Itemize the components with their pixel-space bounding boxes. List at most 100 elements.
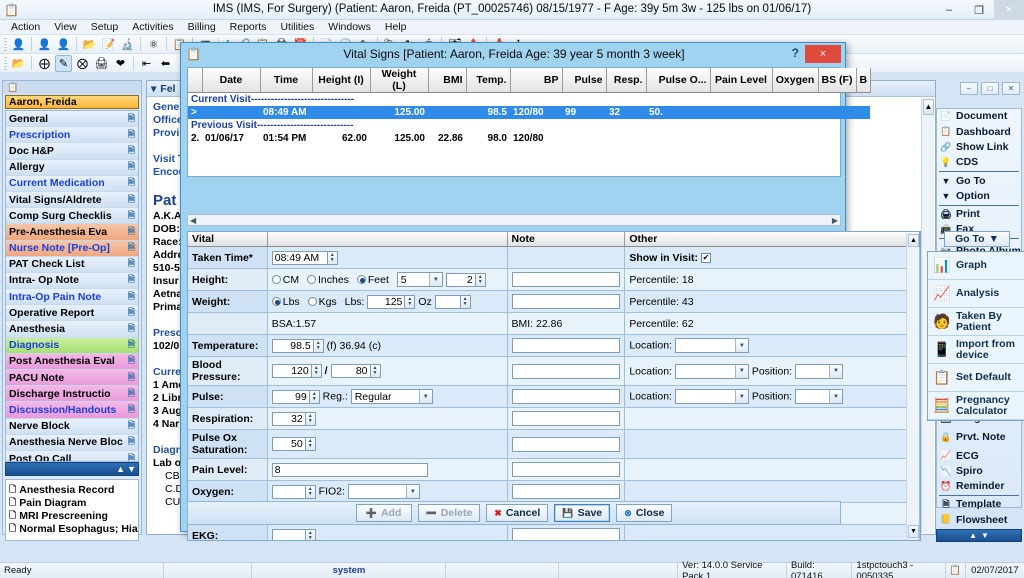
grid-column-header[interactable]: BMI — [428, 68, 467, 93]
scroll-up-icon[interactable]: ▲ — [116, 464, 125, 474]
grid-column-header[interactable]: Resp. — [606, 68, 647, 93]
mdi-close-button[interactable]: ✕ — [1002, 82, 1020, 95]
chart-note-icon[interactable]: 🗎 — [128, 354, 135, 369]
chart-note-icon[interactable]: 🗎 — [128, 435, 135, 450]
chevron-down-icon[interactable]: ▾ — [151, 83, 156, 95]
grid-column-header[interactable]: BS (F) — [818, 68, 857, 93]
chart-item-comp-surg-checklis[interactable]: Comp Surg Checklis 🗎 — [6, 208, 138, 225]
grid-column-header[interactable]: Pulse — [562, 68, 607, 93]
bp-position-dropdown[interactable]: ▼ — [795, 363, 844, 379]
chart-item-vital-signs-aldrete[interactable]: Vital Signs/Aldrete 🗎 — [6, 191, 138, 209]
chart-note-icon[interactable]: 🗎 — [128, 402, 135, 417]
chart-item-pat-check-list[interactable]: PAT Check List 🗎 — [6, 256, 138, 273]
right-panel-item-prvt-note[interactable]: 🔒 Prvt. Note — [937, 426, 1021, 448]
weight-lbs-spinner[interactable]: ▲ ▼ — [405, 294, 416, 309]
chart-note-icon[interactable]: 🗎 — [128, 321, 135, 336]
remove-circle-icon[interactable]: ⨂ — [74, 55, 91, 72]
help-icon[interactable]: ? — [792, 46, 799, 60]
weight-lbs-input[interactable]: 125 — [367, 294, 406, 309]
bp-systolic-spinner[interactable]: ▲ ▼ — [311, 364, 322, 378]
chart-note-icon[interactable]: 🗎 — [128, 143, 135, 158]
open-folder-icon[interactable]: 📂 — [10, 55, 27, 72]
patient-add-icon[interactable]: 👤 — [36, 36, 53, 53]
minimize-button[interactable]: – — [934, 0, 964, 20]
grid-column-header[interactable]: B — [856, 68, 871, 93]
menu-activities[interactable]: Activities — [125, 20, 180, 35]
pain-level-input[interactable]: 8 — [271, 462, 428, 477]
chart-note-icon[interactable]: 🗎 — [128, 305, 135, 320]
chart-note-icon[interactable]: 🗎 — [128, 257, 135, 272]
chart-note-icon[interactable]: 🗎 — [128, 338, 135, 353]
prev-icon[interactable]: ⬅ — [157, 55, 174, 72]
ekg-spinner[interactable]: ▲ ▼ — [305, 528, 316, 540]
chart-item-intra-op-pain-note[interactable]: Intra-Op Pain Note 🗎 — [6, 289, 138, 306]
grid-column-header[interactable]: Time — [260, 68, 313, 93]
chart-note-icon[interactable]: 🗎 — [128, 273, 135, 288]
oxygen-input[interactable] — [271, 484, 306, 499]
bp-diastolic-spinner[interactable]: ▲ ▼ — [370, 364, 381, 378]
action-button-pregnancy-calculator[interactable]: 🧮 Pregnancy Calculator — [928, 392, 1024, 420]
close-button[interactable]: ⊗ Close — [616, 504, 673, 522]
oxygen-spinner[interactable]: ▲ ▼ — [305, 484, 316, 499]
temperature-spinner[interactable]: ▲ ▼ — [313, 338, 324, 353]
right-panel-item-show-link[interactable]: 🔗 Show Link — [937, 140, 1021, 155]
document-list-item[interactable]: 🗋 Normal Esophagus; Hiata — [9, 522, 138, 535]
grid-column-header[interactable]: Pulse O... — [646, 68, 711, 93]
grid-column-header[interactable]: Date — [202, 68, 261, 93]
height-unit-cm-radio[interactable]: CM — [271, 274, 299, 286]
chart-note-icon[interactable]: 🗎 — [128, 192, 135, 207]
right-panel-item-option[interactable]: ▼ Option — [937, 188, 1021, 203]
weight-oz-spinner[interactable]: ▲ ▼ — [460, 294, 471, 309]
vital-signs-history-grid[interactable]: Date Time Height (I) Weight (L) BMI Temp. BP Pu… — [187, 67, 871, 177]
grid-column-header[interactable]: Weight (L) — [370, 68, 429, 93]
right-panel-item-flowsheet[interactable]: 📒 Flowsheet — [937, 512, 1021, 527]
weight-oz-input[interactable] — [434, 294, 461, 309]
status-icon[interactable]: 📋 — [946, 563, 966, 578]
height-feet-dropdown[interactable]: 5 ▼ — [396, 272, 443, 287]
grid-column-header[interactable] — [188, 68, 203, 93]
right-panel-item-spiro[interactable]: 📉 Spiro — [937, 463, 1021, 478]
chart-item-anesthesia[interactable]: Anesthesia 🗎 — [6, 321, 138, 338]
rx-icon[interactable]: ⚛ — [145, 36, 162, 53]
chart-item-pre-anesthesia-eva[interactable]: Pre-Anesthesia Eva 🗎 — [6, 224, 138, 241]
toolbar-grip[interactable] — [4, 37, 7, 51]
chart-note-icon[interactable]: 🗎 — [128, 224, 135, 239]
table-row[interactable]: >08:49 AM 125.00 98.5 120/80 99 32 50. — [188, 105, 870, 119]
document-list-item[interactable]: 🗋 Anesthesia Record — [9, 483, 138, 496]
pulse-ox-spinner[interactable]: ▲ ▼ — [305, 437, 316, 451]
right-panel-item-ecg[interactable]: 📈 ECG — [937, 448, 1021, 463]
pulse-note-input[interactable] — [511, 389, 621, 404]
show-in-visit-checkbox[interactable]: ✔ — [700, 252, 711, 263]
form-vertical-scrollbar[interactable]: ▲ ▼ — [906, 233, 919, 539]
menu-help[interactable]: Help — [378, 20, 414, 35]
chart-item-diagnosis[interactable]: Diagnosis 🗎 — [6, 337, 138, 354]
taken-time-spinner[interactable]: ▲ ▼ — [327, 250, 338, 265]
chart-item-anesthesia-nerve-bloc[interactable]: Anesthesia Nerve Bloc 🗎 — [6, 434, 138, 451]
edit-square-icon[interactable]: ✎ — [55, 54, 72, 72]
chart-item-operative-report[interactable]: Operative Report 🗎 — [6, 305, 138, 322]
action-button-analysis[interactable]: 📈 Analysis — [928, 280, 1024, 308]
first-icon[interactable]: ⇤ — [138, 55, 155, 72]
menu-windows[interactable]: Windows — [321, 20, 378, 35]
ekg-input[interactable] — [271, 528, 306, 540]
menu-reports[interactable]: Reports — [223, 20, 274, 35]
add-circle-icon[interactable]: ⨁ — [36, 55, 53, 72]
menu-setup[interactable]: Setup — [84, 20, 125, 35]
chart-note-icon[interactable]: 🗎 — [128, 370, 135, 385]
chart-sections-list[interactable]: General 🗎 Prescription 🗎 Doc H&P 🗎 Allergy 🗎 Cur… — [5, 110, 139, 462]
mdi-restore-button[interactable]: □ — [981, 82, 999, 95]
temperature-location-dropdown[interactable]: ▼ — [674, 338, 749, 353]
patient-check-icon[interactable]: 👤 — [55, 36, 72, 53]
weight-unit-lbs-radio[interactable]: Lbs — [271, 296, 300, 308]
grid-column-header[interactable]: Oxygen — [772, 68, 819, 93]
scroll-right-icon[interactable]: ▶ — [832, 216, 838, 225]
chart-item-discharge-instructio[interactable]: Discharge Instructio 🗎 — [6, 386, 138, 403]
fio2-dropdown[interactable]: ▼ — [347, 484, 420, 499]
menu-billing[interactable]: Billing — [181, 20, 223, 35]
bp-diastolic-input[interactable]: 80 — [330, 364, 371, 378]
scroll-down-icon[interactable]: ▼ — [127, 464, 136, 474]
pulse-reg-dropdown[interactable]: Regular ▼ — [350, 389, 433, 404]
oxygen-note-input[interactable] — [511, 484, 621, 499]
grid-column-header[interactable]: Height (I) — [312, 68, 371, 93]
height-unit-inches-radio[interactable]: Inches — [307, 274, 349, 286]
